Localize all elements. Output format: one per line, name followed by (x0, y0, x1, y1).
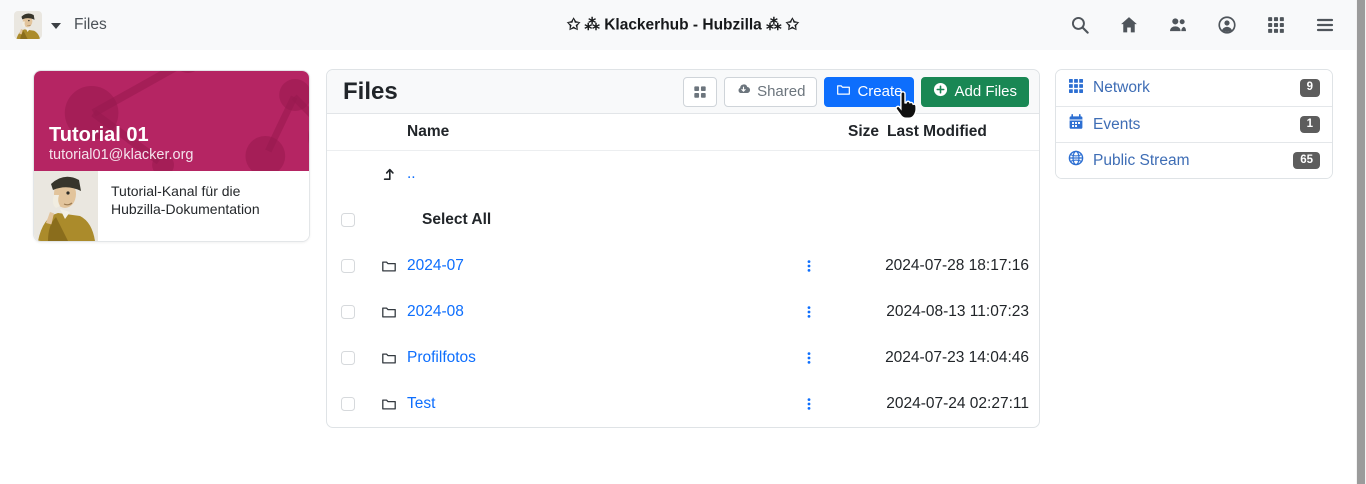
parent-directory-link[interactable]: .. (407, 165, 416, 182)
shared-button-label: Shared (757, 83, 806, 100)
row-checkbox[interactable] (341, 305, 355, 319)
cover-text: Tutorial 01 tutorial01@klacker.org (49, 124, 193, 163)
column-size: Size (847, 123, 879, 140)
account-icon[interactable] (1210, 8, 1244, 42)
file-table-header: Name Size Last Modified (327, 114, 1039, 151)
folder-link[interactable]: Profilfotos (407, 349, 476, 366)
file-row: Profilfotos 2024-07-23 14:04:46 (327, 335, 1039, 381)
sidebar-item-label: Public Stream (1093, 151, 1190, 169)
menu-icon[interactable] (1308, 8, 1342, 42)
network-grid-icon (1068, 78, 1084, 99)
row-checkbox[interactable] (341, 351, 355, 365)
channel-card-body: Tutorial-Kanal für die Hubzilla-Dokument… (34, 170, 309, 241)
file-modified: 2024-07-23 14:04:46 (885, 349, 1029, 366)
page: Files ✩ ⁂ Klackerhub - Hubzilla ⁂ ✩ Tuto… (0, 0, 1366, 484)
row-checkbox[interactable] (341, 259, 355, 273)
channel-description: Tutorial-Kanal für die Hubzilla-Dokument… (111, 183, 260, 218)
events-count-badge: 1 (1299, 115, 1320, 134)
channel-profile-photo (34, 170, 99, 241)
shared-button[interactable]: Shared (724, 76, 818, 107)
level-up-icon (381, 166, 407, 182)
cover-photo: Tutorial 01 tutorial01@klacker.org (34, 71, 309, 171)
channel-avatar[interactable] (14, 11, 42, 39)
search-icon[interactable] (1063, 8, 1097, 42)
navbar-actions (1063, 8, 1342, 42)
folder-icon (381, 304, 407, 320)
channel-card: Tutorial 01 tutorial01@klacker.org Tutor… (33, 70, 310, 242)
calendar-icon (1068, 114, 1084, 135)
apps-grid-icon[interactable] (1259, 8, 1293, 42)
network-count-badge: 9 (1299, 79, 1320, 97)
connections-icon[interactable] (1161, 8, 1195, 42)
file-modified: 2024-07-28 18:17:16 (885, 257, 1029, 274)
parent-directory-row: .. (327, 151, 1039, 197)
row-menu-button[interactable] (791, 351, 827, 365)
folder-icon (381, 258, 407, 274)
sidebar-item-label: Network (1093, 79, 1150, 96)
file-row: 2024-07 2024-07-28 18:17:16 (327, 243, 1039, 289)
site-title: ✩ ⁂ Klackerhub - Hubzilla ⁂ ✩ (567, 16, 799, 34)
chevron-down-icon[interactable] (51, 23, 61, 29)
select-all-checkbox[interactable] (341, 213, 355, 227)
folder-icon (381, 396, 407, 412)
right-sidebar: Network 9 Events 1 Public Stream 65 (1055, 69, 1333, 179)
column-last-modified: Last Modified (887, 123, 987, 140)
create-button-label: Create (857, 83, 903, 100)
row-menu-button[interactable] (791, 259, 827, 273)
file-row: Test 2024-07-24 02:27:11 (327, 381, 1039, 427)
page-title: Files (343, 77, 398, 105)
row-menu-button[interactable] (791, 397, 827, 411)
grid-view-icon (693, 85, 707, 99)
select-all-row: Select All (327, 197, 1039, 243)
sidebar-item-label: Events (1093, 115, 1141, 133)
create-button[interactable]: Create (824, 76, 915, 107)
plus-circle-icon (933, 82, 948, 101)
channel-address: tutorial01@klacker.org (49, 147, 194, 163)
cloud-download-icon (736, 82, 751, 101)
column-name: Name (407, 123, 450, 140)
folder-link[interactable]: 2024-08 (407, 303, 464, 320)
sidebar-item-network[interactable]: Network 9 (1056, 70, 1332, 106)
folder-link[interactable]: Test (407, 395, 435, 412)
scrollbar[interactable] (1356, 0, 1366, 484)
view-toggle-button[interactable] (683, 76, 718, 107)
file-modified: 2024-08-13 11:07:23 (886, 303, 1029, 320)
folder-link[interactable]: 2024-07 (407, 257, 464, 274)
channel-menu (14, 11, 61, 39)
globe-icon (1068, 150, 1084, 171)
add-files-button-label: Add Files (954, 83, 1017, 100)
files-panel-header: Files Shared Create Add Files (327, 70, 1039, 114)
public-stream-count-badge: 65 (1293, 151, 1320, 170)
navbar: Files ✩ ⁂ Klackerhub - Hubzilla ⁂ ✩ (0, 0, 1366, 50)
row-checkbox[interactable] (341, 397, 355, 411)
files-panel: Files Shared Create Add Files Name Size … (326, 69, 1040, 428)
folder-icon (381, 350, 407, 366)
files-toolbar: Shared Create Add Files (683, 76, 1029, 107)
file-modified: 2024-07-24 02:27:11 (886, 395, 1029, 412)
sidebar-item-public-stream[interactable]: Public Stream 65 (1056, 142, 1332, 178)
sidebar-item-events[interactable]: Events 1 (1056, 106, 1332, 142)
row-menu-button[interactable] (791, 305, 827, 319)
home-icon[interactable] (1112, 8, 1146, 42)
scrollbar-thumb[interactable] (1357, 0, 1365, 484)
folder-icon (836, 82, 851, 101)
select-all-label: Select All (422, 211, 492, 228)
channel-name: Tutorial 01 (49, 124, 149, 146)
file-row: 2024-08 2024-08-13 11:07:23 (327, 289, 1039, 335)
nav-app-label[interactable]: Files (74, 16, 107, 34)
add-files-button[interactable]: Add Files (921, 76, 1029, 107)
